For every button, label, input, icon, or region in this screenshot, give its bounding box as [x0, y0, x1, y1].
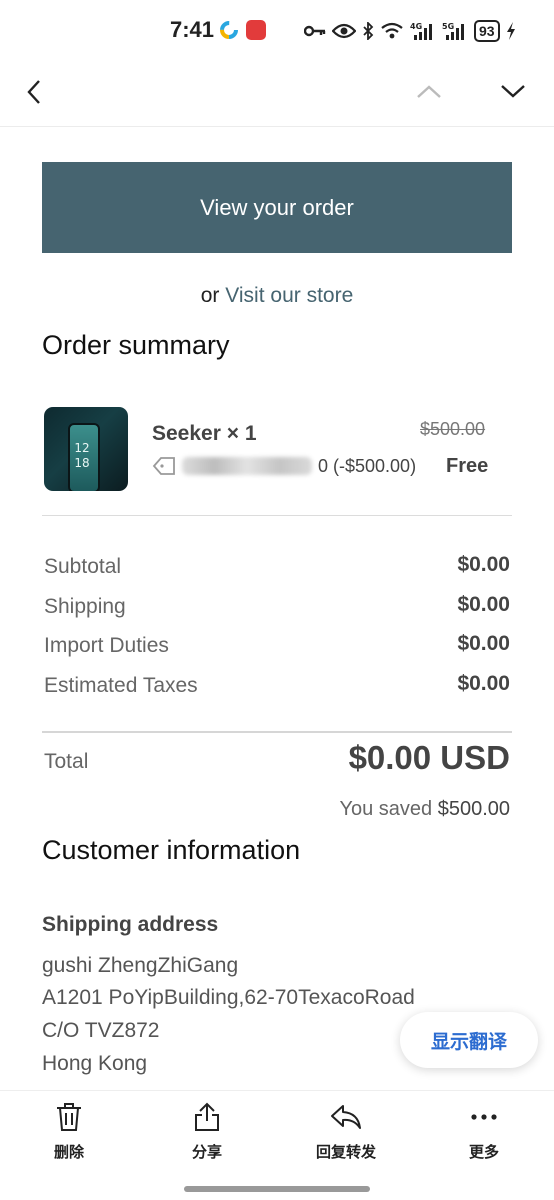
eye-icon — [332, 23, 356, 39]
address-line-street: A1201 PoYipBuilding,62-70TexacoRoad — [42, 986, 415, 1009]
bottom-toolbar: 删除 分享 回复转发 更多 — [0, 1090, 554, 1183]
key-icon — [304, 25, 326, 37]
share-icon — [195, 1102, 219, 1131]
saved-line: You saved $500.00 — [339, 798, 510, 821]
more-icon — [471, 1114, 497, 1120]
reply-forward-button[interactable]: 回复转发 — [296, 1101, 396, 1162]
svg-text:5G: 5G — [442, 22, 454, 31]
import-duties-value: $0.00 — [457, 632, 510, 655]
subtotal-value: $0.00 — [457, 553, 510, 576]
subtotal-label: Subtotal — [44, 555, 122, 578]
or-visit-line: or Visit our store — [0, 284, 554, 308]
order-summary-title: Order summary — [42, 330, 230, 360]
reply-forward-label: 回复转发 — [315, 1143, 376, 1161]
status-icons: 4G 5G 93 — [304, 18, 516, 44]
share-button[interactable]: 分享 — [157, 1101, 257, 1162]
product-image-time: 12 18 — [72, 441, 92, 471]
share-label: 分享 — [191, 1143, 222, 1161]
estimated-taxes-value: $0.00 — [457, 672, 510, 695]
battery-icon: 93 — [474, 20, 500, 42]
view-order-button[interactable]: View your order — [42, 162, 512, 253]
address-line-region: Hong Kong — [42, 1052, 148, 1075]
nav-divider — [0, 126, 554, 127]
4g-signal-icon: 4G — [410, 22, 432, 40]
address-line-care-of: C/O TVZ872 — [42, 1019, 160, 1042]
more-label: 更多 — [468, 1143, 499, 1161]
estimated-taxes-label: Estimated Taxes — [44, 674, 198, 697]
visit-store-link[interactable]: Visit our store — [225, 284, 353, 307]
saved-amount: $500.00 — [437, 798, 510, 820]
shipping-label: Shipping — [44, 595, 126, 618]
charging-icon — [506, 22, 515, 40]
delete-button[interactable]: 删除 — [19, 1101, 119, 1162]
tag-icon — [152, 457, 175, 475]
thumb-time-top: 12 — [74, 441, 90, 455]
or-text: or — [200, 284, 220, 307]
bluetooth-icon — [363, 22, 374, 40]
thumb-time-bottom: 18 — [74, 456, 90, 470]
shipping-value: $0.00 — [457, 593, 510, 616]
product-price: Free — [446, 455, 489, 477]
reply-icon — [331, 1105, 361, 1129]
saved-prefix: You saved — [339, 798, 433, 820]
trash-icon — [57, 1103, 81, 1131]
wifi-icon — [381, 22, 403, 39]
5g-signal-icon: 5G — [442, 22, 464, 40]
status-bar: 7:41 4G 5G 93 — [0, 0, 554, 62]
back-button[interactable] — [22, 78, 50, 106]
original-price: $500.00 — [420, 419, 486, 439]
import-duties-label: Import Duties — [44, 634, 169, 657]
total-label: Total — [44, 750, 89, 773]
discount-code-redacted — [182, 457, 312, 475]
total-divider — [42, 731, 512, 733]
product-image: 12 18 — [44, 407, 128, 491]
customer-information-title: Customer information — [42, 835, 301, 865]
svg-text:4G: 4G — [410, 22, 422, 31]
summary-divider — [42, 515, 512, 516]
discount-amount: 0 (-$500.00) — [318, 455, 417, 476]
app-notification-icon — [219, 20, 239, 45]
chevron-left-icon — [27, 80, 40, 104]
app-badge-icon — [246, 20, 266, 40]
delete-label: 删除 — [53, 1143, 84, 1161]
shipping-address-title: Shipping address — [42, 913, 219, 936]
chevron-up-icon — [417, 85, 441, 98]
product-name: Seeker × 1 — [152, 422, 257, 445]
total-value: $0.00 USD — [348, 739, 510, 776]
address-line-name: gushi ZhengZhiGang — [42, 954, 239, 977]
home-indicator[interactable] — [184, 1186, 370, 1192]
previous-message-button[interactable] — [414, 80, 444, 102]
chevron-down-icon — [501, 85, 525, 98]
more-button[interactable]: 更多 — [434, 1101, 534, 1162]
discount-line: 0 (-$500.00) — [152, 455, 416, 477]
next-message-button[interactable] — [498, 80, 528, 102]
show-translation-button[interactable]: 显示翻译 — [400, 1012, 538, 1068]
status-time: 7:41 — [170, 17, 215, 42]
